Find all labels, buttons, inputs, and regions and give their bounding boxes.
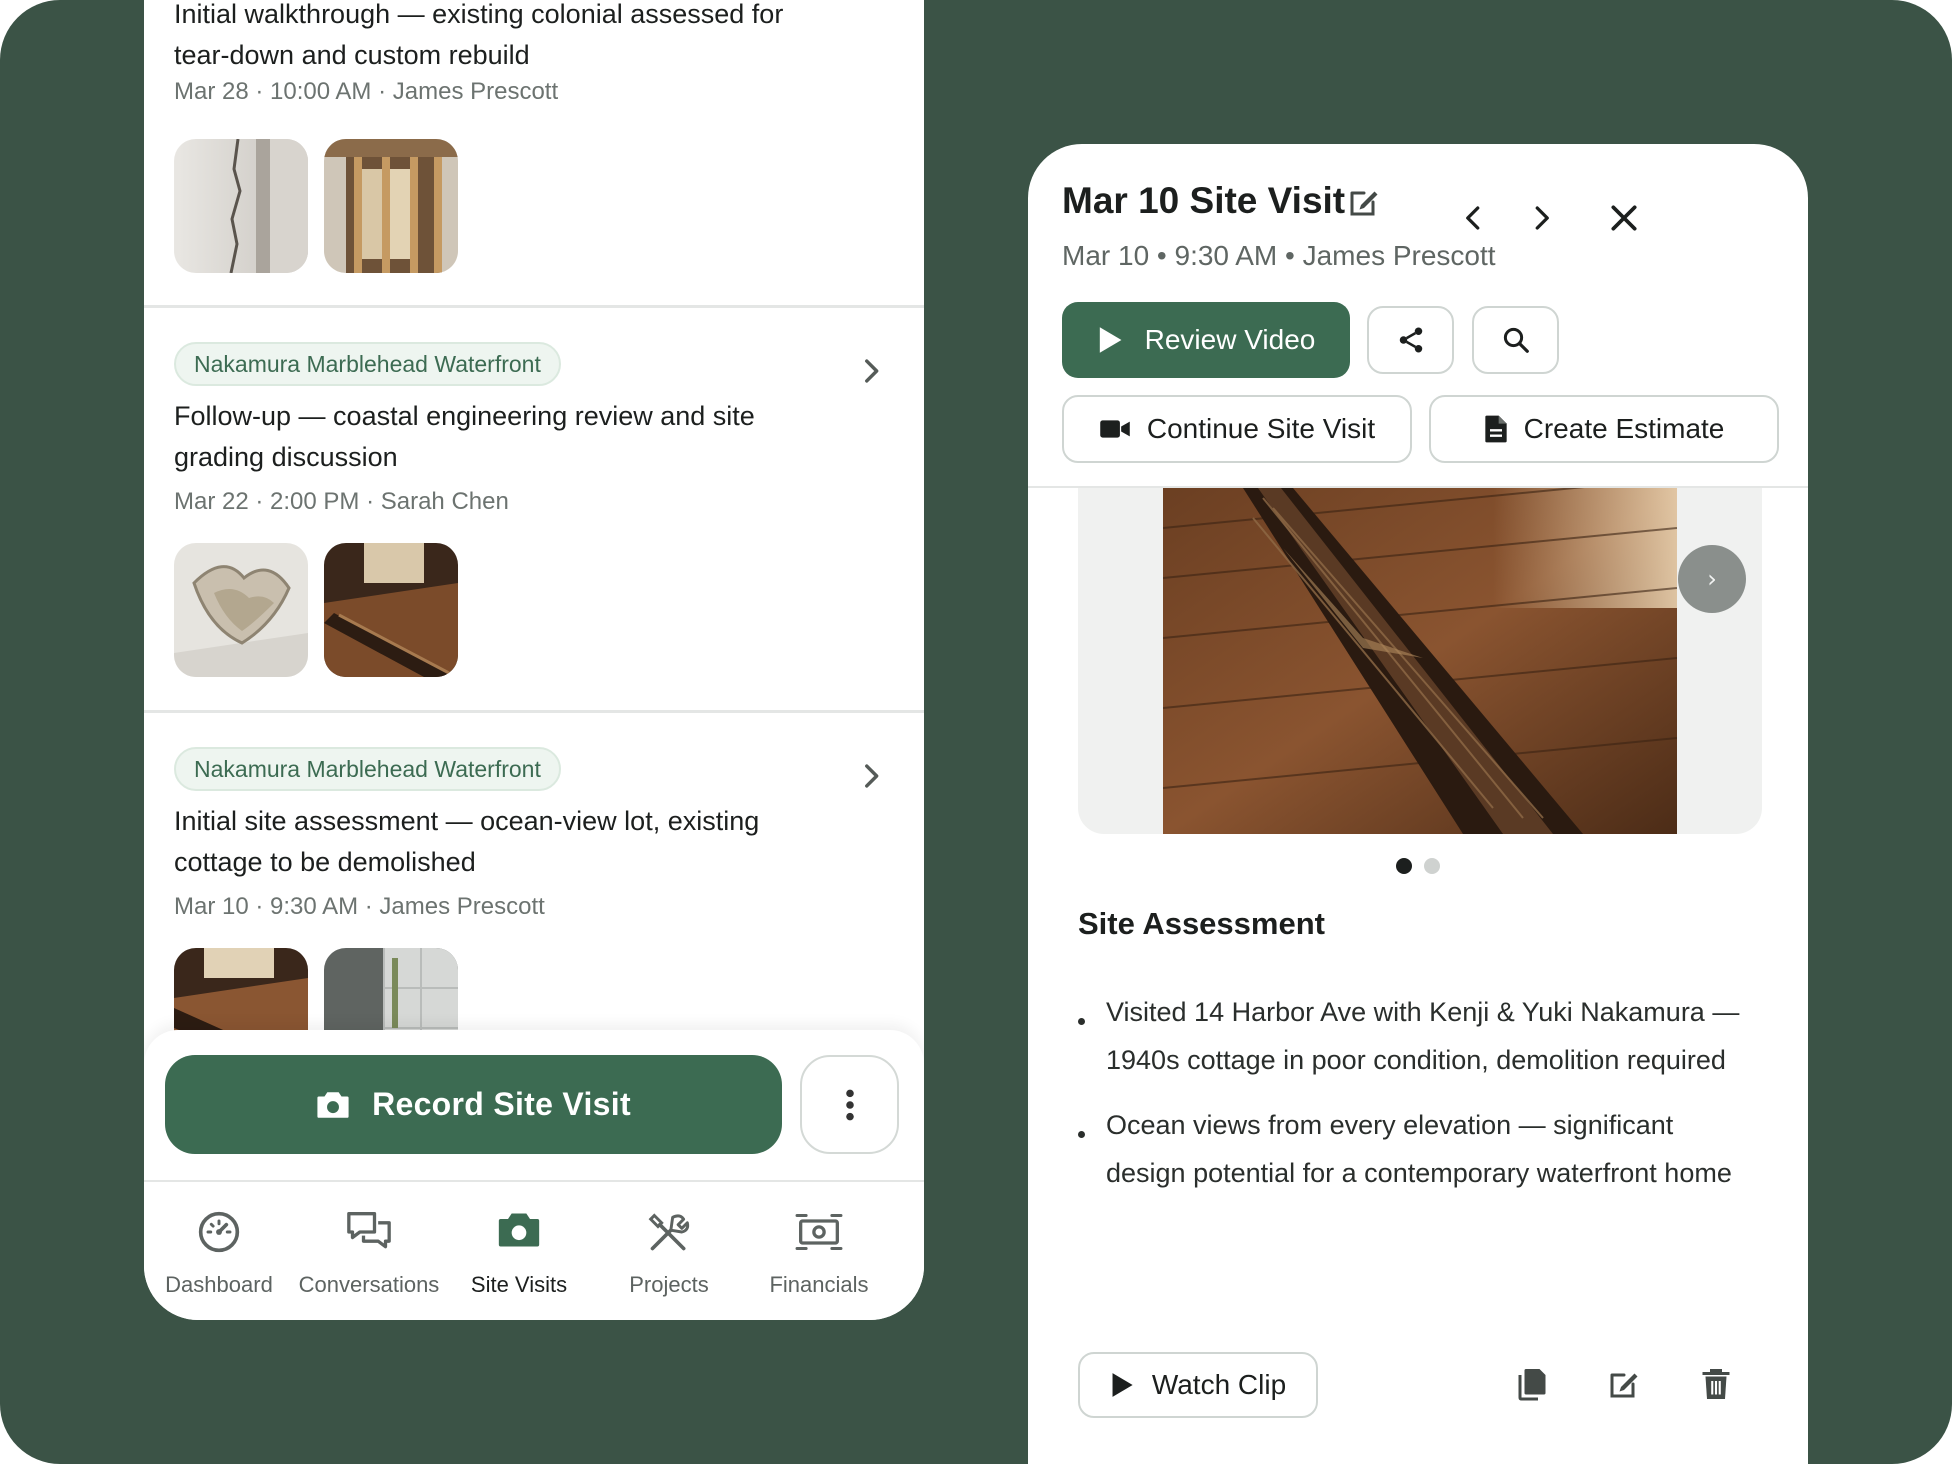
camera-icon (498, 1213, 540, 1247)
nav-item-conversations[interactable]: Conversations (294, 1210, 444, 1298)
wall-framing-photo (324, 139, 458, 273)
project-tag: Nakamura Marblehead Waterfront (174, 747, 561, 791)
rotted-floor-photo (324, 543, 458, 677)
close-button[interactable] (1602, 196, 1646, 240)
entry-meta: Mar 22 · 2:00 PM · Sarah Chen (174, 488, 509, 515)
nav-label: Projects (629, 1272, 709, 1297)
nav-label: Conversations (298, 1272, 440, 1297)
chevron-right-icon: › (1678, 545, 1746, 613)
detail-title: Mar 10 Site Visit (1062, 180, 1346, 221)
more-options-button[interactable] (800, 1055, 899, 1154)
pagination-dot[interactable] (1424, 858, 1440, 874)
share-icon (1399, 327, 1422, 353)
visit-entry-mar-28[interactable]: Initial walkthrough — existing colonial … (144, 0, 924, 308)
note-item: Ocean views from every elevation — signi… (1078, 1101, 1758, 1197)
entry-meta: Mar 10 · 9:30 AM · James Prescott (174, 893, 545, 920)
tools-icon (648, 1213, 690, 1251)
nav-label: Site Visits (470, 1272, 568, 1297)
entry-title: Initial site assessment — ocean-view lot… (174, 806, 760, 877)
copy-icon[interactable] (1514, 1366, 1550, 1402)
search-button[interactable] (1472, 306, 1559, 374)
play-icon (1099, 327, 1122, 353)
record-button-label: Record Site Visit (372, 1086, 631, 1122)
continue-label: Continue Site Visit (1146, 413, 1376, 444)
nav-item-projects[interactable]: Projects (594, 1210, 744, 1298)
chevron-right-icon (1535, 206, 1549, 230)
chevron-right-icon (865, 764, 879, 788)
continue-site-visit-button[interactable]: Continue Site Visit (1062, 395, 1412, 463)
nav-label: Dashboard (165, 1272, 273, 1297)
previous-visit-button[interactable] (1452, 196, 1496, 240)
gallery-next-button[interactable]: › (1678, 545, 1746, 613)
chevron-left-icon (1466, 206, 1480, 230)
share-button[interactable] (1367, 306, 1454, 374)
estimate-label: Create Estimate (1523, 413, 1725, 444)
ceiling-damage-photo (174, 543, 308, 677)
watch-clip-label: Watch Clip (1151, 1369, 1287, 1400)
document-icon (1484, 415, 1507, 443)
edit-icon[interactable] (1346, 184, 1382, 220)
visit-entry-mar-22[interactable]: Nakamura Marblehead Waterfront Follow-up… (144, 308, 924, 713)
edit-icon[interactable] (1606, 1366, 1642, 1402)
detail-subtitle: Mar 10 • 9:30 AM • James Prescott (1062, 240, 1496, 271)
next-glyph: › (1707, 565, 1717, 593)
assessment-notes: Visited 14 Harbor Ave with Kenji & Yuki … (1078, 988, 1758, 1214)
camera-icon (317, 1091, 349, 1118)
nav-label: Financials (769, 1272, 869, 1297)
money-icon (795, 1214, 843, 1250)
nav-item-site-visits[interactable]: Site Visits (444, 1210, 594, 1298)
entry-title: Follow-up — coastal engineering review a… (174, 401, 755, 472)
app-stage: Initial walkthrough — existing colonial … (0, 0, 1952, 1464)
record-site-visit-button[interactable]: Record Site Visit (165, 1055, 782, 1154)
video-camera-icon (1100, 420, 1130, 438)
review-video-button[interactable]: Review Video (1062, 302, 1350, 378)
entry-title: Initial walkthrough — existing colonial … (174, 0, 784, 70)
review-video-label: Review Video (1144, 324, 1316, 355)
photo-thumbnail[interactable] (174, 139, 308, 273)
nav-item-dashboard[interactable]: Dashboard (144, 1210, 294, 1298)
project-tag: Nakamura Marblehead Waterfront (174, 342, 561, 386)
watch-clip-button[interactable]: Watch Clip (1078, 1352, 1318, 1418)
gauge-icon (198, 1211, 240, 1253)
record-bar: Record Site Visit (144, 1030, 924, 1180)
more-vertical-icon (845, 1089, 854, 1120)
site-visit-list-panel: Initial walkthrough — existing colonial … (144, 0, 924, 1320)
photo-gallery[interactable] (1078, 488, 1762, 834)
section-title: Site Assessment (1078, 906, 1325, 941)
nav-item-financials[interactable]: Financials (744, 1210, 894, 1298)
search-icon (1503, 327, 1529, 353)
rotted-floorboard-photo (1163, 488, 1677, 834)
entry-meta: Mar 28 · 10:00 AM · James Prescott (174, 78, 559, 105)
bottom-navigation: Dashboard Conversations Site Visits Proj… (144, 1180, 924, 1320)
next-visit-button[interactable] (1519, 196, 1563, 240)
close-icon (1611, 205, 1637, 231)
trash-icon[interactable] (1698, 1366, 1734, 1402)
gallery-pagination (1028, 858, 1808, 874)
create-estimate-button[interactable]: Create Estimate (1429, 395, 1779, 463)
site-visit-detail-panel: Mar 10 Site Visit Mar 10 • 9:30 AM • Jam… (1028, 144, 1808, 1464)
pagination-dot-active[interactable] (1396, 858, 1412, 874)
note-item: Visited 14 Harbor Ave with Kenji & Yuki … (1078, 988, 1758, 1084)
photo-thumbnail[interactable] (324, 543, 458, 677)
chevron-right-icon (865, 359, 879, 383)
play-icon (1112, 1373, 1133, 1397)
photo-thumbnail[interactable] (174, 543, 308, 677)
chat-bubbles-icon (347, 1212, 391, 1249)
wall-crack-photo (174, 139, 308, 273)
photo-thumbnail[interactable] (324, 139, 458, 273)
